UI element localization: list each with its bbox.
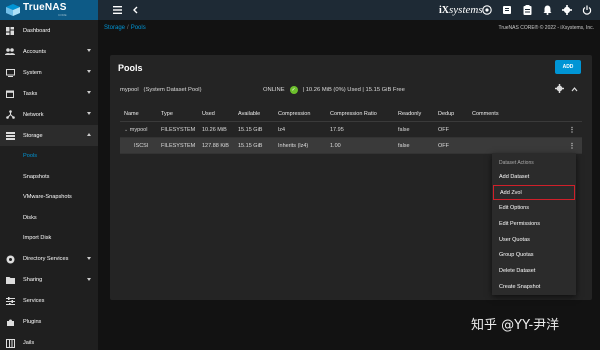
sidebar-item-jails[interactable]: Jails [0,333,98,350]
breadcrumb-storage-link[interactable]: Storage [104,25,125,31]
directory-icon [5,254,15,264]
chevron-down-icon[interactable]: ⌄ [124,127,128,133]
sidebar: Dashboard Accounts System Tasks Network … [0,20,98,350]
ixsystems-logo: iXsystems [439,4,483,16]
pool-usage: | 10.26 MiB (0%) Used | 15.15 GiB Free [302,87,405,93]
dataset-table: Name Type Used Available Compression Com… [120,106,582,154]
sidebar-sub-import-disk[interactable]: Import Disk [0,228,98,249]
copyright-text: TrueNAS CORE® © 2022 - iXsystems, Inc. [498,25,594,31]
sidebar-item-directory-services[interactable]: Directory Services [0,249,98,270]
directory-services-icon[interactable] [500,3,514,17]
jails-icon [5,338,15,348]
chevron-down-icon [87,256,91,260]
truenas-logo-icon [6,4,20,16]
sidebar-item-dashboard[interactable]: Dashboard [0,20,98,41]
breadcrumb-pools-link[interactable]: Pools [131,25,146,31]
truecommand-icon[interactable] [480,3,494,17]
dashboard-icon [5,26,15,36]
brand[interactable]: TrueNAS CORE [0,0,98,20]
services-icon [5,296,15,306]
power-icon[interactable] [580,3,594,17]
more-vert-icon[interactable]: ⋮ [567,142,577,150]
plugins-icon [5,317,15,327]
menu-item-user-quotas[interactable]: User Quotas [492,232,576,248]
menu-item-add-dataset[interactable]: Add Dataset [492,169,576,185]
menu-icon[interactable] [110,3,124,17]
top-bar: TrueNAS CORE iXsystems [0,0,600,20]
chevron-up-icon[interactable] [571,85,578,94]
menu-item-group-quotas[interactable]: Group Quotas [492,247,576,263]
chevron-left-icon[interactable] [128,3,142,17]
menu-item-add-zvol[interactable]: Add Zvol [493,184,575,201]
chevron-down-icon [87,91,91,94]
menu-item-edit-options[interactable]: Edit Options [492,200,576,216]
breadcrumb: Storage / Pools [104,25,146,31]
pool-name: mypool [120,87,139,93]
gear-icon[interactable] [560,3,574,17]
pool-header: mypool (System Dataset Pool) ONLINE ✓ | … [120,84,582,95]
chevron-down-icon [87,112,91,115]
sidebar-item-storage[interactable]: Storage [0,125,98,146]
sidebar-item-sharing[interactable]: Sharing [0,270,98,291]
chevron-down-icon [87,49,91,52]
page-title: Pools [118,63,143,73]
table-row[interactable]: ⌄ mypool FILESYSTEM 10.26 MiB 15.15 GiB … [120,122,582,138]
menu-item-delete-dataset[interactable]: Delete Dataset [492,263,576,279]
task-manager-icon[interactable] [520,3,534,17]
chevron-up-icon [87,133,91,136]
brand-sub: CORE [57,13,67,17]
sidebar-sub-pools[interactable]: Pools [0,146,98,167]
pool-desc: (System Dataset Pool) [143,87,202,93]
tasks-icon [5,89,15,99]
sidebar-item-network[interactable]: Network [0,104,98,125]
check-circle-icon: ✓ [289,86,298,94]
storage-icon [5,131,15,141]
pool-status-text: ONLINE [263,87,285,93]
sidebar-item-services[interactable]: Services [0,291,98,312]
table-header: Name Type Used Available Compression Com… [120,106,582,122]
brand-name: TrueNAS [23,2,67,13]
bell-icon[interactable] [540,3,554,17]
more-vert-icon[interactable]: ⋮ [567,126,577,134]
add-pool-button[interactable]: ADD [555,60,581,74]
network-icon [5,110,15,120]
sidebar-sub-vmware-snapshots[interactable]: VMware-Snapshots [0,187,98,208]
menu-heading: Dataset Actions [499,159,534,166]
system-icon [5,68,15,78]
menu-item-create-snapshot[interactable]: Create Snapshot [492,279,576,295]
sharing-icon [5,275,15,285]
sidebar-sub-disks[interactable]: Disks [0,208,98,229]
chevron-down-icon [87,70,91,73]
accounts-icon [5,47,15,57]
sidebar-item-accounts[interactable]: Accounts [0,41,98,62]
watermark: 知乎 @YY-尹洋 [471,318,560,333]
dataset-actions-menu: Dataset Actions Add Dataset Add Zvol Edi… [492,153,576,295]
sidebar-item-tasks[interactable]: Tasks [0,83,98,104]
table-row[interactable]: ISCSI FILESYSTEM 127.88 KiB 15.15 GiB In… [120,138,582,154]
chevron-down-icon [87,277,91,281]
sidebar-item-system[interactable]: System [0,62,98,83]
menu-item-edit-permissions[interactable]: Edit Permissions [492,216,576,232]
sidebar-item-plugins[interactable]: Plugins [0,312,98,333]
pool-settings-gear-icon[interactable] [555,84,564,95]
sidebar-sub-snapshots[interactable]: Snapshots [0,167,98,188]
